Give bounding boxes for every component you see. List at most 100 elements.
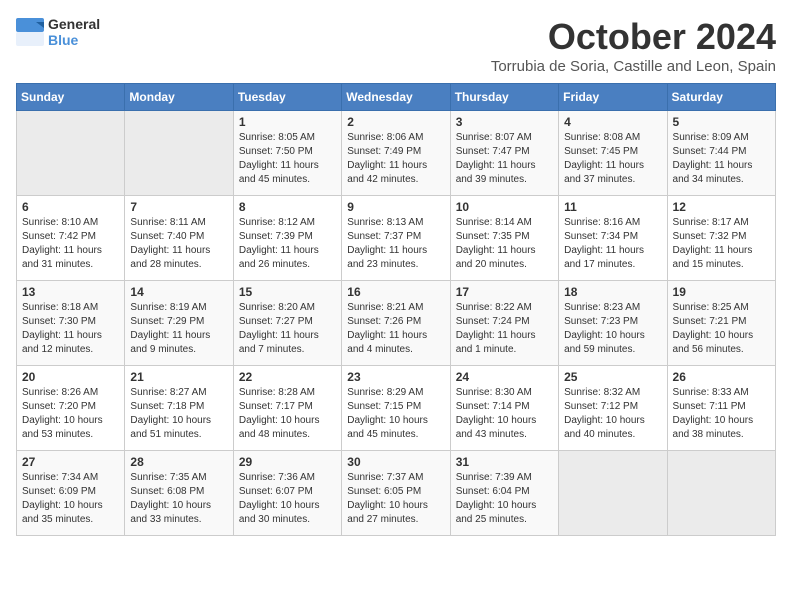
calendar-week-row: 13Sunrise: 8:18 AM Sunset: 7:30 PM Dayli… <box>17 281 776 366</box>
weekday-header: Thursday <box>450 84 558 111</box>
calendar-cell: 29Sunrise: 7:36 AM Sunset: 6:07 PM Dayli… <box>233 451 341 536</box>
calendar-header: SundayMondayTuesdayWednesdayThursdayFrid… <box>17 84 776 111</box>
day-number: 10 <box>456 200 553 214</box>
day-info: Sunrise: 8:20 AM Sunset: 7:27 PM Dayligh… <box>239 301 336 357</box>
calendar-cell: 3 Sunrise: 8:07 AM Sunset: 7:47 PM Daylig… <box>450 111 558 196</box>
calendar-cell: 25 Sunrise: 8:32 AM Sunset: 7:12 PM Dayli… <box>559 366 667 451</box>
calendar-week-row: 6Sunrise: 8:10 AM Sunset: 7:42 PM Daylig… <box>17 196 776 281</box>
day-number: 14 <box>130 285 227 299</box>
calendar-cell: 16Sunrise: 8:21 AM Sunset: 7:26 PM Dayli… <box>342 281 450 366</box>
day-number: 28 <box>130 455 227 469</box>
calendar-cell: 8 Sunrise: 8:12 AM Sunset: 7:39 PM Daylig… <box>233 196 341 281</box>
day-number: 23 <box>347 370 444 384</box>
day-info: Sunrise: 8:07 AM Sunset: 7:47 PM Dayligh… <box>456 131 553 187</box>
calendar-cell: 22 Sunrise: 8:28 AM Sunset: 7:17 PM Dayli… <box>233 366 341 451</box>
day-number: 11 <box>564 200 661 214</box>
day-number: 1 <box>239 115 336 129</box>
day-info: Sunrise: 8:17 AM Sunset: 7:32 PM Dayligh… <box>673 216 770 272</box>
day-info: Sunrise: 8:11 AM Sunset: 7:40 PM Dayligh… <box>130 216 227 272</box>
day-number: 31 <box>456 455 553 469</box>
weekday-header: Tuesday <box>233 84 341 111</box>
calendar-cell: 14 Sunrise: 8:19 AM Sunset: 7:29 PM Dayli… <box>125 281 233 366</box>
calendar-cell: 10 Sunrise: 8:14 AM Sunset: 7:35 PM Dayli… <box>450 196 558 281</box>
day-info: Sunrise: 7:34 AM Sunset: 6:09 PM Dayligh… <box>22 471 119 527</box>
day-number: 13 <box>22 285 119 299</box>
calendar-cell: 5 Sunrise: 8:09 AM Sunset: 7:44 PM Daylig… <box>667 111 775 196</box>
day-number: 16 <box>347 285 444 299</box>
weekday-header: Wednesday <box>342 84 450 111</box>
day-number: 24 <box>456 370 553 384</box>
calendar-cell: 19Sunrise: 8:25 AM Sunset: 7:21 PM Dayli… <box>667 281 775 366</box>
day-info: Sunrise: 7:35 AM Sunset: 6:08 PM Dayligh… <box>130 471 227 527</box>
calendar-cell: 18 Sunrise: 8:23 AM Sunset: 7:23 PM Dayli… <box>559 281 667 366</box>
logo: General Blue <box>16 16 100 48</box>
location-title: Torrubia de Soria, Castille and Leon, Sp… <box>491 58 776 75</box>
calendar-week-row: 1Sunrise: 8:05 AM Sunset: 7:50 PM Daylig… <box>17 111 776 196</box>
day-number: 9 <box>347 200 444 214</box>
weekday-header: Sunday <box>17 84 125 111</box>
calendar-cell: 21 Sunrise: 8:27 AM Sunset: 7:18 PM Dayli… <box>125 366 233 451</box>
calendar-cell: 27 Sunrise: 7:34 AM Sunset: 6:09 PM Dayli… <box>17 451 125 536</box>
day-number: 18 <box>564 285 661 299</box>
logo-icon <box>16 18 44 46</box>
day-number: 25 <box>564 370 661 384</box>
day-info: Sunrise: 8:13 AM Sunset: 7:37 PM Dayligh… <box>347 216 444 272</box>
day-number: 2 <box>347 115 444 129</box>
day-info: Sunrise: 8:27 AM Sunset: 7:18 PM Dayligh… <box>130 386 227 442</box>
day-info: Sunrise: 8:12 AM Sunset: 7:39 PM Dayligh… <box>239 216 336 272</box>
day-info: Sunrise: 8:32 AM Sunset: 7:12 PM Dayligh… <box>564 386 661 442</box>
day-info: Sunrise: 8:09 AM Sunset: 7:44 PM Dayligh… <box>673 131 770 187</box>
calendar-cell: 9 Sunrise: 8:13 AM Sunset: 7:37 PM Daylig… <box>342 196 450 281</box>
calendar-cell <box>667 451 775 536</box>
calendar-body: 1Sunrise: 8:05 AM Sunset: 7:50 PM Daylig… <box>17 111 776 536</box>
day-info: Sunrise: 7:39 AM Sunset: 6:04 PM Dayligh… <box>456 471 553 527</box>
calendar-cell: 7 Sunrise: 8:11 AM Sunset: 7:40 PM Daylig… <box>125 196 233 281</box>
day-info: Sunrise: 7:36 AM Sunset: 6:07 PM Dayligh… <box>239 471 336 527</box>
day-info: Sunrise: 8:30 AM Sunset: 7:14 PM Dayligh… <box>456 386 553 442</box>
day-number: 21 <box>130 370 227 384</box>
calendar-cell: 12 Sunrise: 8:17 AM Sunset: 7:32 PM Dayli… <box>667 196 775 281</box>
logo-text: General Blue <box>48 16 100 48</box>
day-number: 19 <box>673 285 770 299</box>
calendar-week-row: 20Sunrise: 8:26 AM Sunset: 7:20 PM Dayli… <box>17 366 776 451</box>
day-info: Sunrise: 8:19 AM Sunset: 7:29 PM Dayligh… <box>130 301 227 357</box>
month-title: October 2024 <box>491 16 776 58</box>
calendar-cell: 15 Sunrise: 8:20 AM Sunset: 7:27 PM Dayli… <box>233 281 341 366</box>
calendar-cell: 6Sunrise: 8:10 AM Sunset: 7:42 PM Daylig… <box>17 196 125 281</box>
weekday-header: Friday <box>559 84 667 111</box>
calendar-cell: 24 Sunrise: 8:30 AM Sunset: 7:14 PM Dayli… <box>450 366 558 451</box>
day-info: Sunrise: 8:16 AM Sunset: 7:34 PM Dayligh… <box>564 216 661 272</box>
calendar-cell <box>125 111 233 196</box>
day-info: Sunrise: 8:23 AM Sunset: 7:23 PM Dayligh… <box>564 301 661 357</box>
calendar-cell: 11 Sunrise: 8:16 AM Sunset: 7:34 PM Dayli… <box>559 196 667 281</box>
calendar-table: SundayMondayTuesdayWednesdayThursdayFrid… <box>16 83 776 536</box>
day-number: 22 <box>239 370 336 384</box>
day-info: Sunrise: 8:28 AM Sunset: 7:17 PM Dayligh… <box>239 386 336 442</box>
weekday-header: Saturday <box>667 84 775 111</box>
day-number: 27 <box>22 455 119 469</box>
day-number: 12 <box>673 200 770 214</box>
day-number: 15 <box>239 285 336 299</box>
calendar-cell: 17Sunrise: 8:22 AM Sunset: 7:24 PM Dayli… <box>450 281 558 366</box>
day-number: 3 <box>456 115 553 129</box>
calendar-cell <box>17 111 125 196</box>
day-number: 17 <box>456 285 553 299</box>
calendar-cell: 13Sunrise: 8:18 AM Sunset: 7:30 PM Dayli… <box>17 281 125 366</box>
day-number: 26 <box>673 370 770 384</box>
calendar-week-row: 27 Sunrise: 7:34 AM Sunset: 6:09 PM Dayli… <box>17 451 776 536</box>
day-info: Sunrise: 8:08 AM Sunset: 7:45 PM Dayligh… <box>564 131 661 187</box>
day-number: 5 <box>673 115 770 129</box>
day-number: 4 <box>564 115 661 129</box>
calendar-cell <box>559 451 667 536</box>
day-info: Sunrise: 8:06 AM Sunset: 7:49 PM Dayligh… <box>347 131 444 187</box>
day-number: 8 <box>239 200 336 214</box>
calendar-cell: 26Sunrise: 8:33 AM Sunset: 7:11 PM Dayli… <box>667 366 775 451</box>
calendar-cell: 1Sunrise: 8:05 AM Sunset: 7:50 PM Daylig… <box>233 111 341 196</box>
day-info: Sunrise: 8:14 AM Sunset: 7:35 PM Dayligh… <box>456 216 553 272</box>
calendar-cell: 23 Sunrise: 8:29 AM Sunset: 7:15 PM Dayli… <box>342 366 450 451</box>
calendar-cell: 20Sunrise: 8:26 AM Sunset: 7:20 PM Dayli… <box>17 366 125 451</box>
day-number: 6 <box>22 200 119 214</box>
page-header: General Blue October 2024 Torrubia de So… <box>16 16 776 75</box>
day-info: Sunrise: 8:29 AM Sunset: 7:15 PM Dayligh… <box>347 386 444 442</box>
day-number: 7 <box>130 200 227 214</box>
